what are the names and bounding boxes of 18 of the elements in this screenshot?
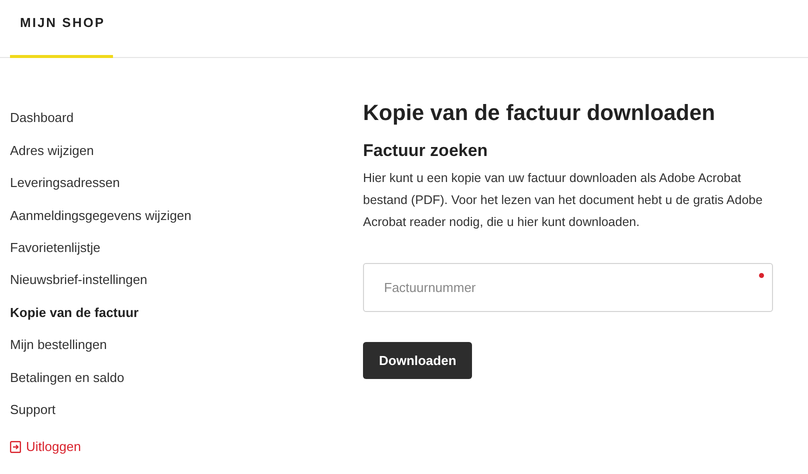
sidebar-item[interactable]: Mijn bestellingen (10, 328, 107, 362)
sidebar-item[interactable]: Nieuwsbrief-instellingen (10, 264, 148, 296)
sidebar-item[interactable]: Leveringsadressen (10, 166, 120, 200)
sidebar-item[interactable]: Adres wijzigen (10, 134, 94, 167)
sidebar-item[interactable]: Aanmeldingsgegevens wijzigen (10, 199, 192, 232)
invoice-number-field[interactable]: Factuurnummer (363, 263, 773, 312)
sidebar-item[interactable]: Dashboard (10, 102, 74, 134)
download-button[interactable]: Downloaden (363, 342, 472, 379)
description: Hier kunt u een kopie van uw factuur downloaden als Adobe Acrobat bestand (PDF). Voor het lezen van het document hebt u de gratis Adobe Acrobat reader nodig, die u hier kunt downloaden. (363, 170, 764, 231)
sidebar-item[interactable]: Support (10, 394, 56, 426)
sidebar-item[interactable]: Kopie van de factuur (10, 296, 139, 329)
tab[interactable]: MIJN SHOP (10, 0, 113, 58)
logout-icon (10, 440, 21, 453)
page-title: Kopie van de factuur downloaden (363, 99, 716, 127)
sidebar-item[interactable]: Betalingen en saldo (10, 361, 124, 394)
sidebar-item[interactable]: Favorietenlijstje (10, 232, 100, 264)
section-title: Factuur zoeken (363, 140, 489, 162)
logout-link[interactable]: Uitloggen (10, 436, 81, 458)
